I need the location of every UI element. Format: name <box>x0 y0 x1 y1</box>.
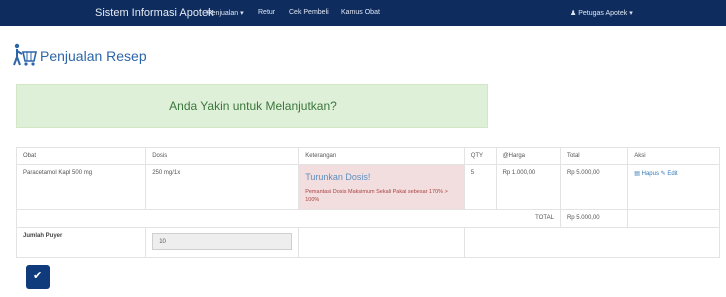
navbar-brand[interactable]: Sistem Informasi Apotek <box>95 7 214 19</box>
header-aksi: Aksi <box>627 147 720 165</box>
cell-aksi: ▤ Hapus ✎ Edit <box>627 164 720 210</box>
puyer-row: Jumlah Puyer 10 <box>15 227 721 258</box>
nav-kamus-obat[interactable]: Kamus Obat <box>341 9 380 16</box>
total-label: TOTAL <box>16 209 561 228</box>
table-row: Paracetamol Kapl 500 mg 250 mg/1x Turunk… <box>15 164 720 210</box>
table-header-row: Obat Dosis Keterangan QTY @Harga Total A… <box>15 147 720 165</box>
page-title: Penjualan Resep <box>40 48 147 64</box>
total-empty-cell <box>627 209 720 228</box>
warning-description: Pemantasi Dosis Maksimum Sekali Pakai se… <box>305 189 448 203</box>
navbar: Sistem Informasi Apotek Penjualan ▾ Retu… <box>0 0 726 26</box>
check-icon: ✔ <box>33 270 43 282</box>
puyer-input-cell: 10 <box>145 227 300 258</box>
puyer-empty-cell <box>298 227 465 258</box>
cell-qty: 5 <box>463 164 497 210</box>
header-total: Total <box>559 147 629 165</box>
dose-warning: Turunkan Dosis! Pemantasi Dosis Maksimum… <box>298 164 465 210</box>
header-keterangan: Keterangan <box>298 147 465 165</box>
header-qty: QTY <box>463 147 497 165</box>
header-obat: Obat <box>15 147 147 165</box>
cell-dosis: 250 mg/1x <box>145 164 300 210</box>
nav-penjualan[interactable]: Penjualan ▾ <box>207 9 244 17</box>
confirm-alert: Anda Yakin untuk Melanjutkan? <box>16 84 488 128</box>
delete-link[interactable]: ▤ Hapus <box>634 171 659 177</box>
total-row: TOTAL Rp 5.000,00 <box>16 209 720 228</box>
edit-link[interactable]: ✎ Edit <box>661 171 678 177</box>
cart-person-icon <box>13 43 37 66</box>
puyer-label: Jumlah Puyer <box>15 227 147 258</box>
cell-obat: Paracetamol Kapl 500 mg <box>15 164 147 210</box>
puyer-empty-wide-cell <box>463 227 721 258</box>
submit-button[interactable]: ✔ <box>26 265 50 289</box>
total-value: Rp 5.000,00 <box>559 209 629 228</box>
header-harga: @Harga <box>495 147 561 165</box>
warning-title: Turunkan Dosis! <box>305 172 371 182</box>
sales-table: Obat Dosis Keterangan QTY @Harga Total A… <box>15 147 721 258</box>
user-menu[interactable]: ♟ Petugas Apotek ▾ <box>570 9 633 17</box>
header-dosis: Dosis <box>145 147 300 165</box>
puyer-quantity-field[interactable]: 10 <box>152 233 293 250</box>
nav-cek-pembeli[interactable]: Cek Pembeli <box>289 9 329 16</box>
cell-total: Rp 5.000,00 <box>559 164 629 210</box>
confirm-alert-text: Anda Yakin untuk Melanjutkan? <box>169 99 337 113</box>
cell-harga: Rp 1.000,00 <box>495 164 561 210</box>
nav-retur[interactable]: Retur <box>258 9 275 16</box>
